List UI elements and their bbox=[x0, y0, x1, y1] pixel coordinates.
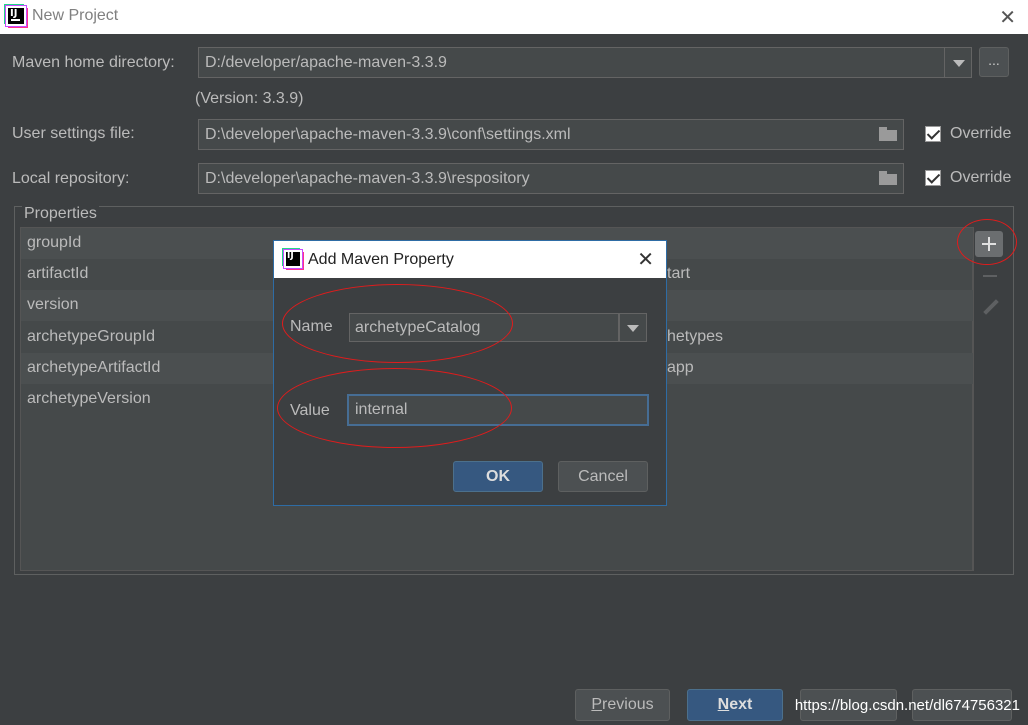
property-key: archetypeArtifactId bbox=[27, 359, 161, 376]
property-key: version bbox=[27, 296, 79, 313]
property-key: archetypeGroupId bbox=[27, 328, 156, 345]
watermark: https://blog.csdn.net/dl674756321 bbox=[794, 697, 1020, 714]
settings-file-input[interactable]: D:\developer\apache-maven-3.3.9\conf\set… bbox=[198, 119, 904, 150]
property-value: tart bbox=[667, 265, 691, 282]
mnemonic: P bbox=[591, 696, 603, 713]
maven-home-combo[interactable]: D:/developer/apache-maven-3.3.9 bbox=[198, 47, 945, 78]
settings-file-label: User settings file: bbox=[12, 125, 135, 142]
next-button[interactable]: Next bbox=[687, 689, 783, 721]
settings-override-checkbox[interactable] bbox=[925, 126, 941, 142]
close-icon[interactable]: ✕ bbox=[637, 247, 654, 271]
chevron-down-icon[interactable] bbox=[944, 47, 972, 78]
property-key: groupId bbox=[27, 234, 82, 251]
ok-button[interactable]: OK bbox=[453, 461, 543, 492]
property-key: archetypeVersion bbox=[27, 390, 151, 407]
window-title: New Project bbox=[32, 7, 119, 24]
mnemonic: N bbox=[717, 696, 730, 713]
dialog-title: Add Maven Property bbox=[308, 251, 454, 268]
property-key: artifactId bbox=[27, 265, 89, 282]
name-combo[interactable]: archetypeCatalog bbox=[349, 313, 619, 342]
close-icon[interactable]: ✕ bbox=[999, 5, 1016, 29]
property-value: hetypes bbox=[667, 328, 724, 345]
edit-property-icon[interactable] bbox=[983, 300, 999, 316]
settings-override-label: Override bbox=[950, 125, 1012, 142]
value-input[interactable]: internal bbox=[347, 394, 649, 426]
properties-toolbar bbox=[973, 227, 1007, 571]
browse-button[interactable]: ... bbox=[979, 47, 1009, 77]
add-property-icon[interactable] bbox=[975, 231, 1003, 257]
repo-override-checkbox[interactable] bbox=[925, 170, 941, 186]
cancel-button[interactable]: Cancel bbox=[558, 461, 648, 492]
dialog-titlebar: IJ Add Maven Property ✕ bbox=[274, 241, 666, 278]
repo-override-label: Override bbox=[950, 169, 1012, 186]
local-repo-input[interactable]: D:\developer\apache-maven-3.3.9\resposit… bbox=[198, 163, 904, 194]
window-titlebar: IJ New Project ✕ bbox=[0, 0, 1028, 34]
maven-version-text: (Version: 3.3.9) bbox=[195, 90, 304, 107]
intellij-app-icon: IJ bbox=[283, 249, 303, 269]
intellij-app-icon: IJ bbox=[5, 5, 27, 27]
name-label: Name bbox=[290, 318, 333, 335]
maven-home-label: Maven home directory: bbox=[12, 54, 175, 71]
chevron-down-icon[interactable] bbox=[619, 313, 647, 342]
properties-title: Properties bbox=[22, 205, 99, 223]
button-label: revious bbox=[602, 696, 654, 713]
folder-icon[interactable] bbox=[879, 171, 897, 185]
previous-button[interactable]: Previous bbox=[575, 689, 670, 721]
add-maven-property-dialog: IJ Add Maven Property ✕ Name archetypeCa… bbox=[273, 240, 667, 506]
local-repo-label: Local repository: bbox=[12, 170, 130, 187]
folder-icon[interactable] bbox=[879, 127, 897, 141]
remove-property-icon[interactable] bbox=[983, 275, 997, 277]
button-label: ext bbox=[729, 696, 753, 713]
value-label: Value bbox=[290, 402, 330, 419]
property-value: app bbox=[667, 359, 694, 376]
